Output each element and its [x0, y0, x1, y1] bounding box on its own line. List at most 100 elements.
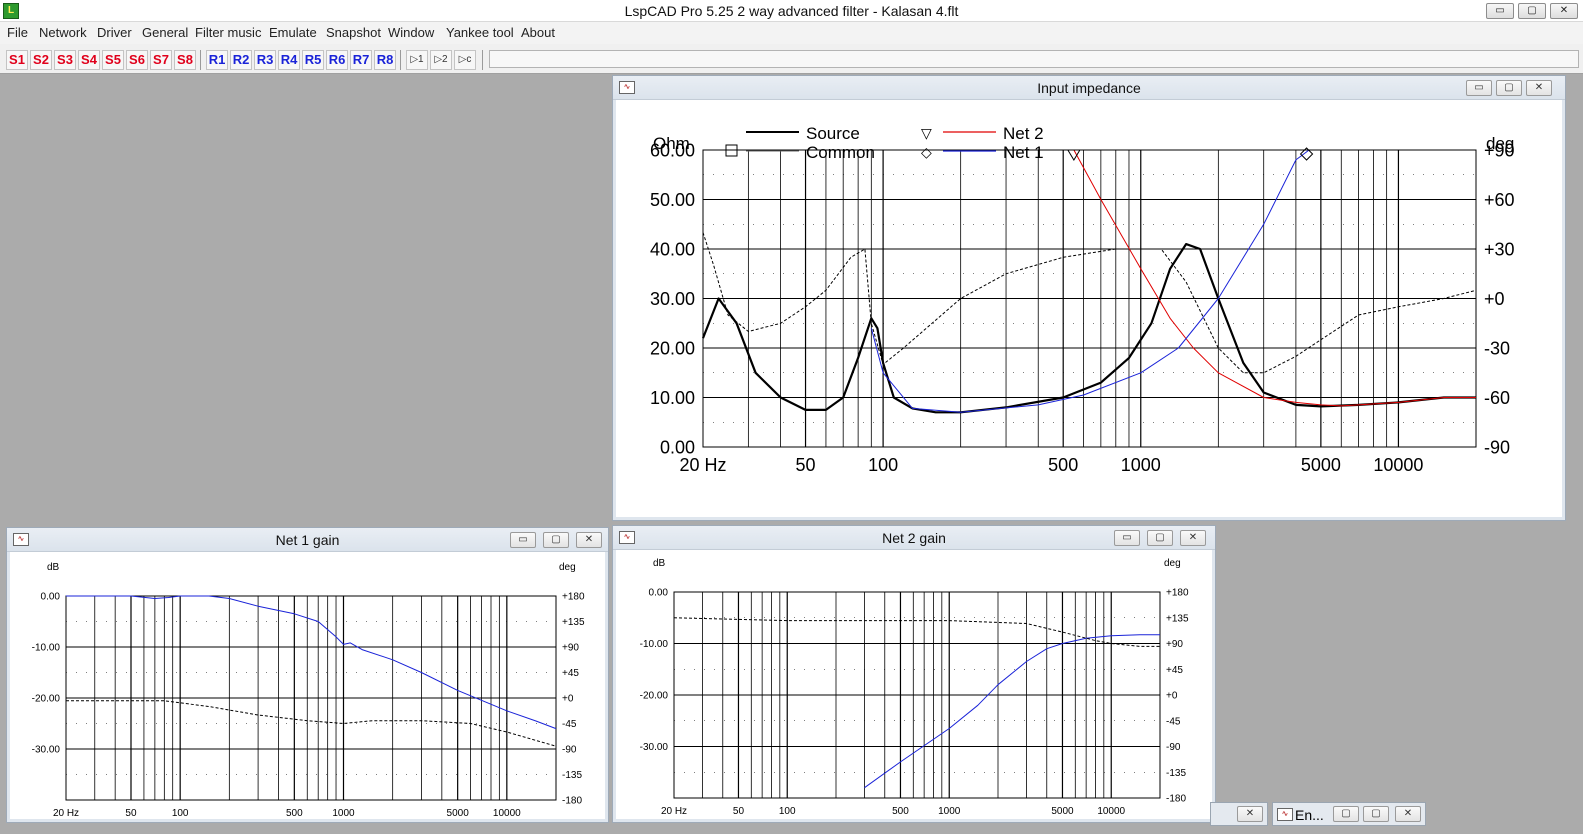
- impedance-axis-labels: 60.0050.0040.0030.0020.0010.000.00+90+60…: [650, 140, 1515, 475]
- input-impedance-title: Input impedance: [1037, 80, 1141, 96]
- menu-file[interactable]: File: [7, 25, 28, 40]
- recall-r7-button[interactable]: R7: [350, 50, 372, 70]
- net1-close-button[interactable]: ✕: [576, 532, 602, 548]
- net2-gain-titlebar[interactable]: ∿ Net 2 gain ▭ ▢ ✕: [613, 526, 1215, 550]
- net2-restore-button[interactable]: ▢: [1147, 530, 1173, 546]
- toolbar-status-field: [489, 50, 1579, 68]
- net2-axis-labels: 0.00 -10.00 -20.00 -30.00 +180 +135 +90 +45 +0 -4…: [640, 588, 1189, 818]
- menu-yankee-tool[interactable]: Yankee tool: [446, 25, 514, 40]
- series-1-line: [66, 700, 557, 747]
- phase-tick-label: -180: [562, 796, 582, 807]
- phase-tick-label: -90: [562, 745, 577, 756]
- net1-curves: [66, 595, 557, 747]
- phase-tick-label: +45: [562, 668, 579, 679]
- recall-r4-button[interactable]: R4: [278, 50, 300, 70]
- restore-button[interactable]: ▢: [1518, 3, 1546, 19]
- y-tick-label: -20.00: [32, 694, 61, 705]
- minimized-en-window[interactable]: ∿ En... ▢ ▢ ✕: [1272, 802, 1426, 826]
- snapshot-s1-button[interactable]: S1: [6, 50, 28, 70]
- phase-tick-label: -45: [562, 719, 577, 730]
- net2-minimize-button[interactable]: ▭: [1114, 530, 1140, 546]
- x-tick-label: 20 Hz: [679, 455, 726, 475]
- minimized-close-button[interactable]: ✕: [1395, 806, 1421, 822]
- legend-common-label: Common: [806, 143, 875, 162]
- impedance-restore-button[interactable]: ▢: [1496, 80, 1522, 96]
- menu-window[interactable]: Window: [388, 25, 434, 40]
- phase-tick-label: +45: [1166, 665, 1183, 676]
- minimize-button[interactable]: ▭: [1486, 3, 1514, 19]
- network-2-icon[interactable]: ▷2: [430, 50, 452, 70]
- phase-tick-label: -180: [1166, 794, 1186, 805]
- recall-r5-button[interactable]: R5: [302, 50, 324, 70]
- recall-r2-button[interactable]: R2: [230, 50, 252, 70]
- x-tick-label: 500: [1048, 455, 1078, 475]
- snapshot-s3-button[interactable]: S3: [54, 50, 76, 70]
- window-title: LspCAD Pro 5.25 2 way advanced filter - …: [624, 3, 959, 19]
- y-tick-label: 30.00: [650, 289, 695, 309]
- net2-close-button[interactable]: ✕: [1180, 530, 1206, 546]
- x-tick-label: 100: [779, 806, 796, 817]
- net1-minimize-button[interactable]: ▭: [510, 532, 536, 548]
- menu-network[interactable]: Network: [39, 25, 87, 40]
- x-tick-label: 500: [286, 808, 303, 819]
- impedance-grid: [702, 149, 1477, 448]
- x-tick-label: 100: [868, 455, 898, 475]
- phase-tick-label: -30: [1484, 338, 1510, 358]
- impedance-minimize-button[interactable]: ▭: [1466, 80, 1492, 96]
- y-tick-label: 0.00: [41, 592, 61, 603]
- impedance-left-unit: Ohm: [653, 134, 690, 153]
- minimized-window-button[interactable]: ✕: [1210, 802, 1268, 826]
- net1-gain-plot: 0.00 -10.00 -20.00 -30.00 +180 +135 +90 +45 +0 -4…: [32, 562, 585, 819]
- snapshot-s5-button[interactable]: S5: [102, 50, 124, 70]
- minimized-maximize-button[interactable]: ▢: [1363, 806, 1389, 822]
- menu-filter-music[interactable]: Filter music: [195, 25, 261, 40]
- input-impedance-plot: 60.0050.0040.0030.0020.0010.000.00+90+60…: [650, 124, 1515, 475]
- phase-tick-label: +90: [1166, 639, 1183, 650]
- menu-snapshot[interactable]: Snapshot: [326, 25, 381, 40]
- series-1-line: [673, 617, 1160, 647]
- recall-r8-button[interactable]: R8: [374, 50, 396, 70]
- phase-tick-label: +180: [562, 592, 585, 603]
- recall-r6-button[interactable]: R6: [326, 50, 348, 70]
- close-button[interactable]: ✕: [1550, 3, 1578, 19]
- series-0-line: [864, 634, 1160, 789]
- net1-restore-button[interactable]: ▢: [543, 532, 569, 548]
- phase-tick-label: -45: [1166, 716, 1181, 727]
- y-tick-label: 0.00: [649, 588, 669, 599]
- phase-tick-label: +135: [1166, 613, 1189, 624]
- series-0-line: [701, 243, 1476, 414]
- legend-source-label: Source: [806, 124, 860, 143]
- snapshot-s7-button[interactable]: S7: [150, 50, 172, 70]
- menu-general[interactable]: General: [142, 25, 188, 40]
- menu-emulate[interactable]: Emulate: [269, 25, 317, 40]
- x-tick-label: 20 Hz: [53, 808, 79, 819]
- menu-about[interactable]: About: [521, 25, 555, 40]
- legend-net1-marker: ◇: [921, 144, 932, 160]
- net1-gain-window: ∿ Net 1 gain ▭ ▢ ✕ 0.00 -10.00 -20.00 -30.0…: [6, 527, 609, 823]
- recall-r1-button[interactable]: R1: [206, 50, 228, 70]
- title-bar: L LspCAD Pro 5.25 2 way advanced filter …: [0, 0, 1583, 22]
- phase-tick-label: +0: [1166, 691, 1178, 702]
- snapshot-s2-button[interactable]: S2: [30, 50, 52, 70]
- phase-tick-label: -135: [562, 770, 582, 781]
- snapshot-s4-button[interactable]: S4: [78, 50, 100, 70]
- phase-tick-label: +180: [1166, 588, 1189, 599]
- network-1-icon[interactable]: ▷1: [406, 50, 428, 70]
- minimized-restore-button[interactable]: ▢: [1333, 806, 1359, 822]
- input-impedance-titlebar[interactable]: ∿ Input impedance ▭ ▢ ✕: [613, 76, 1565, 100]
- network-c-icon[interactable]: ▷c: [454, 50, 476, 70]
- input-impedance-window: ∿ Input impedance ▭ ▢ ✕ 60.00 50.00 40.00 3…: [612, 75, 1566, 521]
- impedance-close-button[interactable]: ✕: [1526, 80, 1552, 96]
- impedance-curves: [701, 149, 1477, 414]
- y-tick-label: 40.00: [650, 239, 695, 259]
- x-tick-label: 1000: [1121, 455, 1161, 475]
- menu-driver[interactable]: Driver: [97, 25, 132, 40]
- y-tick-label: -10.00: [640, 639, 669, 650]
- net1-gain-titlebar[interactable]: ∿ Net 1 gain ▭ ▢ ✕: [7, 528, 608, 552]
- phase-tick-label: -90: [1166, 742, 1181, 753]
- snapshot-s6-button[interactable]: S6: [126, 50, 148, 70]
- x-tick-label: 50: [733, 806, 745, 817]
- snapshot-s8-button[interactable]: S8: [174, 50, 196, 70]
- minimized-close-button[interactable]: ✕: [1237, 806, 1263, 822]
- recall-r3-button[interactable]: R3: [254, 50, 276, 70]
